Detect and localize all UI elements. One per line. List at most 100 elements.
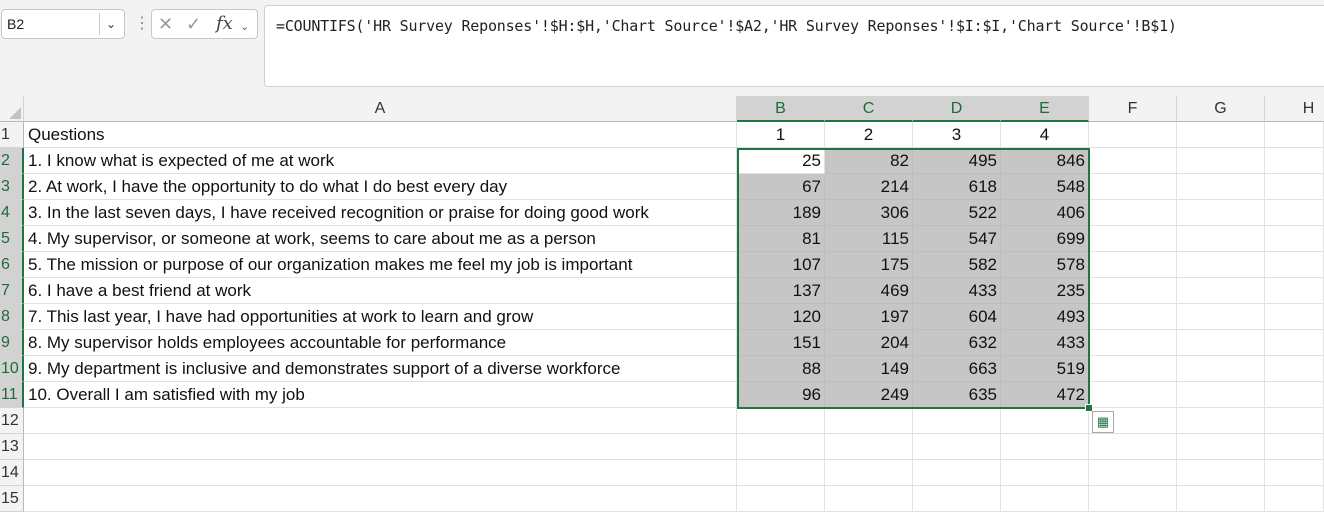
cell-f6[interactable] bbox=[1089, 252, 1177, 278]
cell-c5[interactable]: 115 bbox=[825, 226, 913, 252]
column-header-c[interactable]: C bbox=[825, 96, 913, 122]
cell-f15[interactable] bbox=[1089, 486, 1177, 512]
cell-g5[interactable] bbox=[1177, 226, 1265, 252]
cell-g11[interactable] bbox=[1177, 382, 1265, 408]
cell-a13[interactable] bbox=[24, 434, 737, 460]
cell-d10[interactable]: 663 bbox=[913, 356, 1001, 382]
cell-f11[interactable] bbox=[1089, 382, 1177, 408]
cell-b15[interactable] bbox=[737, 486, 825, 512]
cell-e3[interactable]: 548 bbox=[1001, 174, 1089, 200]
cell-c14[interactable] bbox=[825, 460, 913, 486]
row-header-3[interactable]: 3 bbox=[0, 174, 24, 200]
cell-c13[interactable] bbox=[825, 434, 913, 460]
cell-f5[interactable] bbox=[1089, 226, 1177, 252]
enter-icon[interactable]: ✓ bbox=[186, 14, 201, 34]
cell-e6[interactable]: 578 bbox=[1001, 252, 1089, 278]
cell-e11[interactable]: 472 bbox=[1001, 382, 1089, 408]
row-header-8[interactable]: 8 bbox=[0, 304, 24, 330]
cell-c3[interactable]: 214 bbox=[825, 174, 913, 200]
cell-d2[interactable]: 495 bbox=[913, 148, 1001, 174]
cell-g3[interactable] bbox=[1177, 174, 1265, 200]
cell-d5[interactable]: 547 bbox=[913, 226, 1001, 252]
cell-f1[interactable] bbox=[1089, 122, 1177, 148]
column-header-h[interactable]: H bbox=[1265, 96, 1324, 122]
cell-a10[interactable]: 9. My department is inclusive and demons… bbox=[24, 356, 737, 382]
formula-input[interactable]: =COUNTIFS('HR Survey Reponses'!$H:$H,'Ch… bbox=[264, 5, 1324, 87]
row-header-5[interactable]: 5 bbox=[0, 226, 24, 252]
cancel-icon[interactable]: ✕ bbox=[158, 14, 173, 34]
cell-a3[interactable]: 2. At work, I have the opportunity to do… bbox=[24, 174, 737, 200]
cell-e9[interactable]: 433 bbox=[1001, 330, 1089, 356]
cell-f4[interactable] bbox=[1089, 200, 1177, 226]
cell-e15[interactable] bbox=[1001, 486, 1089, 512]
cell-h11[interactable] bbox=[1265, 382, 1324, 408]
cell-b13[interactable] bbox=[737, 434, 825, 460]
cell-h14[interactable] bbox=[1265, 460, 1324, 486]
cell-b3[interactable]: 67 bbox=[737, 174, 825, 200]
cell-b6[interactable]: 107 bbox=[737, 252, 825, 278]
insert-function-icon[interactable]: fx bbox=[216, 14, 233, 34]
quick-analysis-icon[interactable]: ▦ bbox=[1092, 411, 1114, 433]
cell-a5[interactable]: 4. My supervisor, or someone at work, se… bbox=[24, 226, 737, 252]
cell-g4[interactable] bbox=[1177, 200, 1265, 226]
cell-a4[interactable]: 3. In the last seven days, I have receiv… bbox=[24, 200, 737, 226]
cell-e1[interactable]: 4 bbox=[1001, 122, 1089, 148]
cell-c8[interactable]: 197 bbox=[825, 304, 913, 330]
cell-h2[interactable] bbox=[1265, 148, 1324, 174]
cell-a7[interactable]: 6. I have a best friend at work bbox=[24, 278, 737, 304]
column-header-a[interactable]: A bbox=[24, 96, 737, 122]
select-all-corner[interactable] bbox=[0, 96, 24, 122]
cell-d14[interactable] bbox=[913, 460, 1001, 486]
cell-b2[interactable]: 25 bbox=[737, 148, 825, 174]
cell-f3[interactable] bbox=[1089, 174, 1177, 200]
cell-a11[interactable]: 10. Overall I am satisfied with my job bbox=[24, 382, 737, 408]
cell-b1[interactable]: 1 bbox=[737, 122, 825, 148]
cell-d13[interactable] bbox=[913, 434, 1001, 460]
cell-a8[interactable]: 7. This last year, I have had opportunit… bbox=[24, 304, 737, 330]
row-header-14[interactable]: 14 bbox=[0, 460, 24, 486]
column-header-d[interactable]: D bbox=[913, 96, 1001, 122]
cell-g14[interactable] bbox=[1177, 460, 1265, 486]
cell-g15[interactable] bbox=[1177, 486, 1265, 512]
row-header-10[interactable]: 10 bbox=[0, 356, 24, 382]
cell-c9[interactable]: 204 bbox=[825, 330, 913, 356]
row-header-6[interactable]: 6 bbox=[0, 252, 24, 278]
cell-h4[interactable] bbox=[1265, 200, 1324, 226]
cell-c15[interactable] bbox=[825, 486, 913, 512]
row-header-13[interactable]: 13 bbox=[0, 434, 24, 460]
cell-g8[interactable] bbox=[1177, 304, 1265, 330]
cell-c6[interactable]: 175 bbox=[825, 252, 913, 278]
cell-e14[interactable] bbox=[1001, 460, 1089, 486]
chevron-down-icon[interactable]: ⌄ bbox=[240, 17, 249, 37]
chevron-down-icon[interactable]: ⌄ bbox=[99, 13, 122, 35]
cell-g12[interactable] bbox=[1177, 408, 1265, 434]
cell-a2[interactable]: 1. I know what is expected of me at work bbox=[24, 148, 737, 174]
cell-f9[interactable] bbox=[1089, 330, 1177, 356]
row-header-7[interactable]: 7 bbox=[0, 278, 24, 304]
cell-d3[interactable]: 618 bbox=[913, 174, 1001, 200]
cell-b11[interactable]: 96 bbox=[737, 382, 825, 408]
cell-h8[interactable] bbox=[1265, 304, 1324, 330]
cell-h7[interactable] bbox=[1265, 278, 1324, 304]
cell-b14[interactable] bbox=[737, 460, 825, 486]
column-header-f[interactable]: F bbox=[1089, 96, 1177, 122]
cell-a15[interactable] bbox=[24, 486, 737, 512]
cell-f2[interactable] bbox=[1089, 148, 1177, 174]
row-header-4[interactable]: 4 bbox=[0, 200, 24, 226]
cell-e7[interactable]: 235 bbox=[1001, 278, 1089, 304]
cell-g6[interactable] bbox=[1177, 252, 1265, 278]
cell-c4[interactable]: 306 bbox=[825, 200, 913, 226]
cell-d15[interactable] bbox=[913, 486, 1001, 512]
cell-c2[interactable]: 82 bbox=[825, 148, 913, 174]
cell-f13[interactable] bbox=[1089, 434, 1177, 460]
row-header-1[interactable]: 1 bbox=[0, 122, 24, 148]
cell-a9[interactable]: 8. My supervisor holds employees account… bbox=[24, 330, 737, 356]
cell-d6[interactable]: 582 bbox=[913, 252, 1001, 278]
row-header-15[interactable]: 15 bbox=[0, 486, 24, 512]
cell-h6[interactable] bbox=[1265, 252, 1324, 278]
cell-a1[interactable]: Questions bbox=[24, 122, 737, 148]
cell-a12[interactable] bbox=[24, 408, 737, 434]
cell-c12[interactable] bbox=[825, 408, 913, 434]
cell-c10[interactable]: 149 bbox=[825, 356, 913, 382]
cell-f8[interactable] bbox=[1089, 304, 1177, 330]
